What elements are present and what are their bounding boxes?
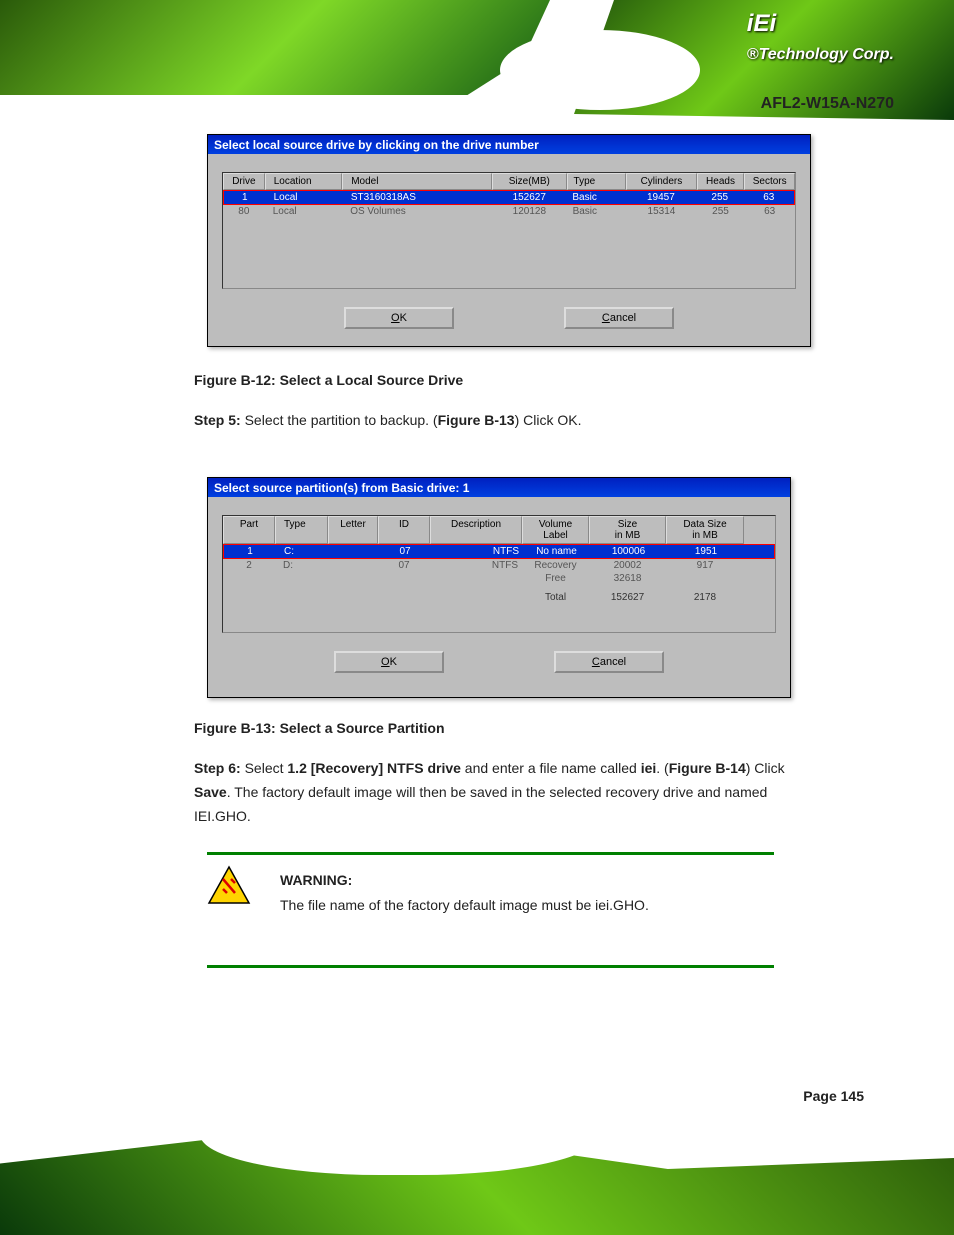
warning-heading: WARNING:	[280, 872, 352, 888]
col-id: ID	[378, 516, 430, 544]
logo-main: iEi	[747, 10, 776, 37]
figure-ref: Figure B-13	[438, 412, 515, 428]
col-ptype: Type	[275, 516, 328, 544]
col-drive: Drive	[223, 173, 265, 190]
col-cylinders: Cylinders	[626, 173, 697, 190]
cancel-label: ancel	[610, 312, 636, 324]
dialog-select-source-drive: Select local source drive by clicking on…	[207, 134, 811, 347]
col-location: Location	[265, 173, 342, 190]
drive-row[interactable]: 80 Local OS Volumes 120128 Basic 15314 2…	[223, 205, 795, 218]
partition-row-total: Total 152627 2178	[223, 591, 775, 604]
dialog1-title: Select local source drive by clicking on…	[208, 135, 810, 154]
partition-row-selected[interactable]: 1 C: 07 NTFS No name 100006 1951	[223, 544, 775, 559]
partition-table-header: Part Type Letter ID Description VolumeLa…	[223, 516, 775, 544]
page-number: Page 145	[803, 1088, 864, 1104]
drive-table-header: Drive Location Model Size(MB) Type Cylin…	[223, 173, 795, 190]
divider	[207, 852, 774, 855]
col-model: Model	[342, 173, 492, 190]
partition-table[interactable]: Part Type Letter ID Description VolumeLa…	[222, 515, 776, 633]
step-6: Step 6: Select 1.2 [Recovery] NTFS drive…	[194, 757, 814, 828]
drive-table[interactable]: Drive Location Model Size(MB) Type Cylin…	[222, 172, 796, 289]
dialog-select-source-partition: Select source partition(s) from Basic dr…	[207, 477, 791, 698]
col-datasize: Data Sizein MB	[666, 516, 744, 544]
warning-icon	[207, 865, 251, 905]
partition-row-free: Free 32618	[223, 572, 775, 585]
header-shape-left	[0, 0, 550, 100]
ok-button[interactable]: OK	[344, 307, 454, 329]
logo: iEi ®Technology Corp.	[747, 10, 894, 66]
divider	[207, 965, 774, 968]
product-name: AFL2-W15A-N270	[761, 95, 894, 113]
col-heads: Heads	[697, 173, 745, 190]
step6-lead: Step 6:	[194, 760, 241, 776]
drive-row-selected[interactable]: 1 Local ST3160318AS 152627 Basic 19457 2…	[223, 190, 795, 205]
col-desc: Description	[430, 516, 522, 544]
footer-curve	[200, 1085, 600, 1175]
warning-body: The file name of the factory default ima…	[280, 897, 649, 913]
partition-row[interactable]: 2 D: 07 NTFS Recovery 20002 917	[223, 559, 775, 572]
figure-b12-label: Figure B-12: Select a Local Source Drive	[194, 372, 463, 388]
col-sectors: Sectors	[744, 173, 795, 190]
warning-text: WARNING: The file name of the factory de…	[280, 868, 775, 918]
cancel-button[interactable]: Cancel	[554, 651, 664, 673]
col-size: Size(MB)	[492, 173, 566, 190]
dialog2-title: Select source partition(s) from Basic dr…	[208, 478, 790, 497]
col-vlabel: VolumeLabel	[522, 516, 589, 544]
ok-label: K	[400, 312, 407, 324]
col-psize: Sizein MB	[589, 516, 666, 544]
header-curve	[500, 30, 700, 110]
step-5: Step 5: Select the partition to backup. …	[194, 409, 814, 433]
col-type: Type	[567, 173, 627, 190]
ok-button[interactable]: OK	[334, 651, 444, 673]
logo-sub: ®Technology Corp.	[747, 46, 894, 63]
col-part: Part	[223, 516, 275, 544]
figure-b13-label: Figure B-13: Select a Source Partition	[194, 720, 445, 736]
col-letter: Letter	[328, 516, 378, 544]
cancel-button[interactable]: Cancel	[564, 307, 674, 329]
figure-ref: Figure B-14	[669, 760, 746, 776]
step5-lead: Step 5:	[194, 412, 241, 428]
